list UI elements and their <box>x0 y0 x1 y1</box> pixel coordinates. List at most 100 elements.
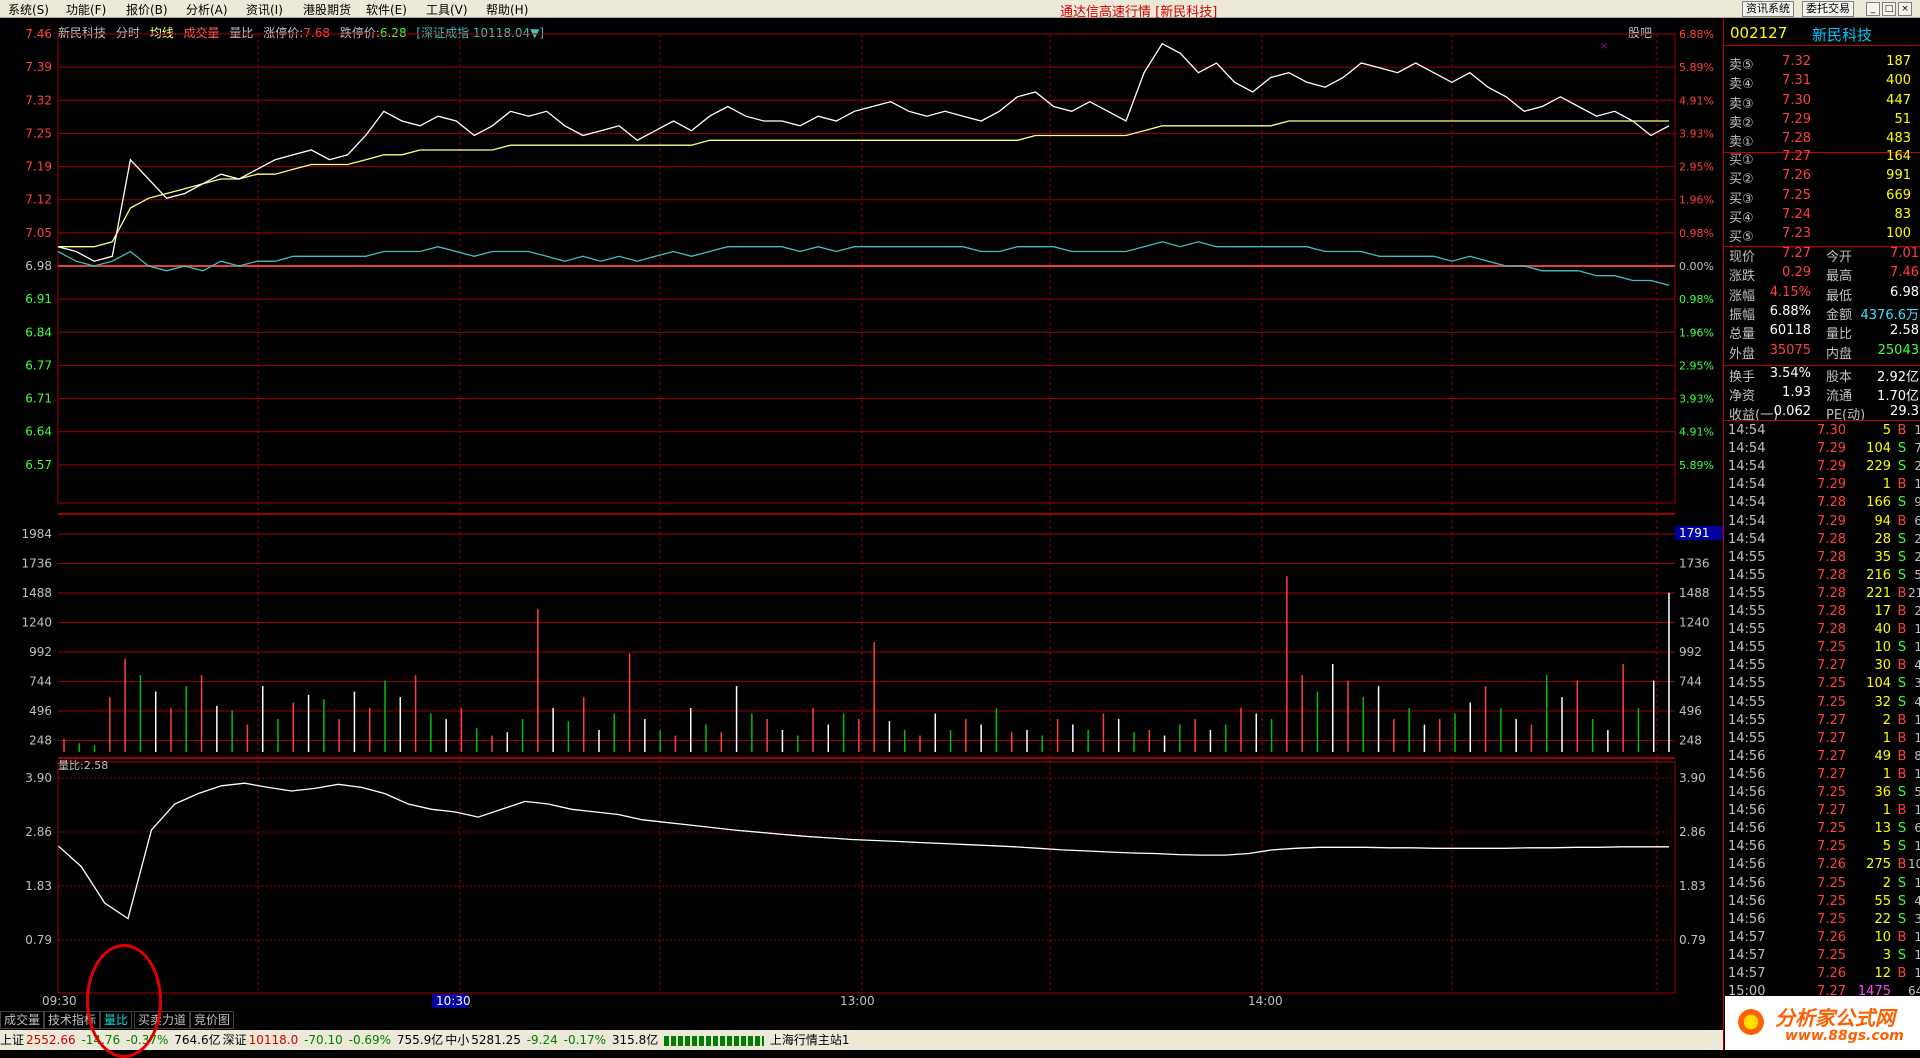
tick-volume: 3 <box>1882 947 1891 963</box>
y-tick-label: 6.84 <box>25 325 52 339</box>
ratio-tick-label-right: 2.86 <box>1679 825 1706 839</box>
bid-row[interactable]: 买③ 7.25 669 <box>1724 188 1920 207</box>
menu-hk-futures[interactable]: 港股期货 <box>303 1 351 18</box>
volume-tick-label-right: 1488 <box>1679 586 1710 600</box>
menu-tools[interactable]: 工具(V) <box>426 1 468 18</box>
ask-label: 卖③ <box>1729 96 1754 112</box>
ratio-tick-label: 0.79 <box>25 933 52 947</box>
menu-quote[interactable]: 报价(B) <box>126 1 168 18</box>
ratio-tick-label-right: 0.79 <box>1679 933 1706 947</box>
bid-row[interactable]: 买④ 7.24 83 <box>1724 207 1920 226</box>
tick-price: 7.27 <box>1817 658 1846 674</box>
menu-info[interactable]: 资讯(I) <box>246 1 283 18</box>
tab-volume-bottom[interactable]: 成交量 <box>0 1011 45 1029</box>
ask-row[interactable]: 卖③ 7.30 447 <box>1724 93 1920 112</box>
y-tick-pct-label: 3.93% <box>1679 127 1714 140</box>
ask-row[interactable]: 卖⑤ 7.32 187 <box>1724 54 1920 73</box>
tick-direction: S <box>1897 785 1907 800</box>
tick-count: 1 <box>1914 423 1920 437</box>
logo-title: 分析家公式网 <box>1775 1006 1895 1030</box>
tick-direction: B <box>1897 712 1907 728</box>
tick-count: 1 <box>1914 947 1920 962</box>
tick-volume: 5 <box>1882 423 1891 438</box>
tick-row: 14:54 7.29 104 S 7 <box>1724 441 1920 459</box>
y-tick-label: 6.57 <box>25 458 52 472</box>
menu-analysis[interactable]: 分析(A) <box>186 1 228 18</box>
tick-row: 14:56 7.25 2 S 1 <box>1724 876 1920 894</box>
quote-label: 最高 <box>1826 269 1853 285</box>
tick-time: 14:57 <box>1728 947 1766 963</box>
trade-button[interactable]: 委托交易 <box>1802 1 1854 17</box>
tick-time: 14:56 <box>1728 893 1766 909</box>
tick-count: 4 <box>1914 658 1920 673</box>
y-tick-label: 6.71 <box>25 392 52 406</box>
menu-software[interactable]: 软件(E) <box>366 1 407 18</box>
sz-pct: -0.69% <box>348 1033 392 1047</box>
ratio-tick-label-right: 3.90 <box>1679 771 1706 785</box>
tick-direction: S <box>1897 839 1907 855</box>
tick-time: 14:57 <box>1728 929 1766 945</box>
restore-icon[interactable]: □ <box>1882 2 1896 16</box>
tick-direction: B <box>1897 929 1907 945</box>
quote-value: 4.15% <box>1769 284 1811 300</box>
tick-price: 7.26 <box>1817 929 1846 945</box>
intraday-chart[interactable]: 7.46 6.88% 7.39 5.89% 7.32 4.91% 7.25 3.93% 7.19… <box>0 18 1723 1011</box>
tick-price: 7.29 <box>1817 477 1846 493</box>
bid-row[interactable]: 买⑤ 7.23 100 <box>1724 226 1920 245</box>
current-volume-marker-label: 1791 <box>1679 526 1710 540</box>
menu-function[interactable]: 功能(F) <box>66 1 106 18</box>
tick-direction: S <box>1897 911 1907 927</box>
ask-row[interactable]: 卖④ 7.31 400 <box>1724 73 1920 92</box>
tick-count: 1 <box>1914 766 1920 781</box>
tick-time: 14:57 <box>1728 966 1766 981</box>
tick-row: 14:55 7.27 30 B 4 <box>1724 658 1920 676</box>
tick-volume: 2 <box>1882 712 1891 728</box>
tick-row: 14:56 7.25 13 S 6 <box>1724 821 1920 839</box>
sz-label: 深证 <box>222 1033 247 1047</box>
divider <box>1724 420 1920 421</box>
y-tick-label: 6.77 <box>25 358 52 372</box>
quote-value: 7.01 <box>1890 246 1919 261</box>
sz-amount: 755.9亿 <box>396 1033 444 1047</box>
menu-system[interactable]: 系统(S) <box>8 1 49 18</box>
tick-volume: 35 <box>1874 549 1891 565</box>
tick-count: 1 <box>1914 929 1920 944</box>
quote-panel: 002127 新民科技 卖⑤ 7.32 187 卖④ 7.31 400 卖③ 7… <box>1723 18 1920 1050</box>
tick-count: 9 <box>1914 495 1920 510</box>
minimize-icon[interactable]: _ <box>1866 2 1880 16</box>
tick-volume: 49 <box>1874 748 1891 764</box>
tick-direction: S <box>1897 549 1907 565</box>
ratio-tick-label-right: 1.83 <box>1679 879 1706 893</box>
tick-row: 14:56 7.25 36 S 5 <box>1724 785 1920 803</box>
tab-auction[interactable]: 竞价图 <box>190 1011 235 1029</box>
ask-row[interactable]: 卖① 7.28 483 <box>1724 131 1920 150</box>
close-icon[interactable]: × <box>1898 2 1912 16</box>
bid-row[interactable]: 买② 7.26 991 <box>1724 168 1920 187</box>
tick-direction: B <box>1897 803 1907 819</box>
tick-row: 14:54 7.29 94 B 6 <box>1724 514 1920 532</box>
menu-help[interactable]: 帮助(H) <box>486 1 528 18</box>
tick-direction: B <box>1897 423 1907 438</box>
y-tick-pct-label: 6.88% <box>1679 28 1714 41</box>
tick-direction: B <box>1897 748 1907 764</box>
ratio-tick-label: 2.86 <box>25 825 52 839</box>
ask-row[interactable]: 卖② 7.29 51 <box>1724 112 1920 131</box>
y-tick-pct-label: 0.00% <box>1679 260 1714 273</box>
y-tick-pct-label: 4.91% <box>1679 94 1714 107</box>
tick-time: 14:54 <box>1728 441 1766 457</box>
y-tick-label: 7.32 <box>25 93 52 107</box>
tick-price: 7.30 <box>1817 423 1846 438</box>
y-tick-pct-label: 3.93% <box>1679 393 1714 406</box>
sh-value: 2552.66 <box>26 1033 76 1047</box>
tick-time: 14:54 <box>1728 495 1766 511</box>
tick-direction: B <box>1897 604 1907 619</box>
bid-volume: 83 <box>1894 206 1911 222</box>
info-system-button[interactable]: 资讯系统 <box>1742 1 1794 17</box>
logo-url: www.88gs.com <box>1785 1028 1904 1044</box>
bid-row[interactable]: 买① 7.27 164 <box>1724 149 1920 168</box>
y-tick-label: 7.46 <box>25 27 52 41</box>
tick-count: 1 <box>1914 622 1920 637</box>
tick-volume: 1 <box>1882 803 1891 819</box>
tick-price: 7.25 <box>1817 694 1846 710</box>
quote-row: 涨幅 4.15% 最低 6.98 <box>1724 285 1920 304</box>
